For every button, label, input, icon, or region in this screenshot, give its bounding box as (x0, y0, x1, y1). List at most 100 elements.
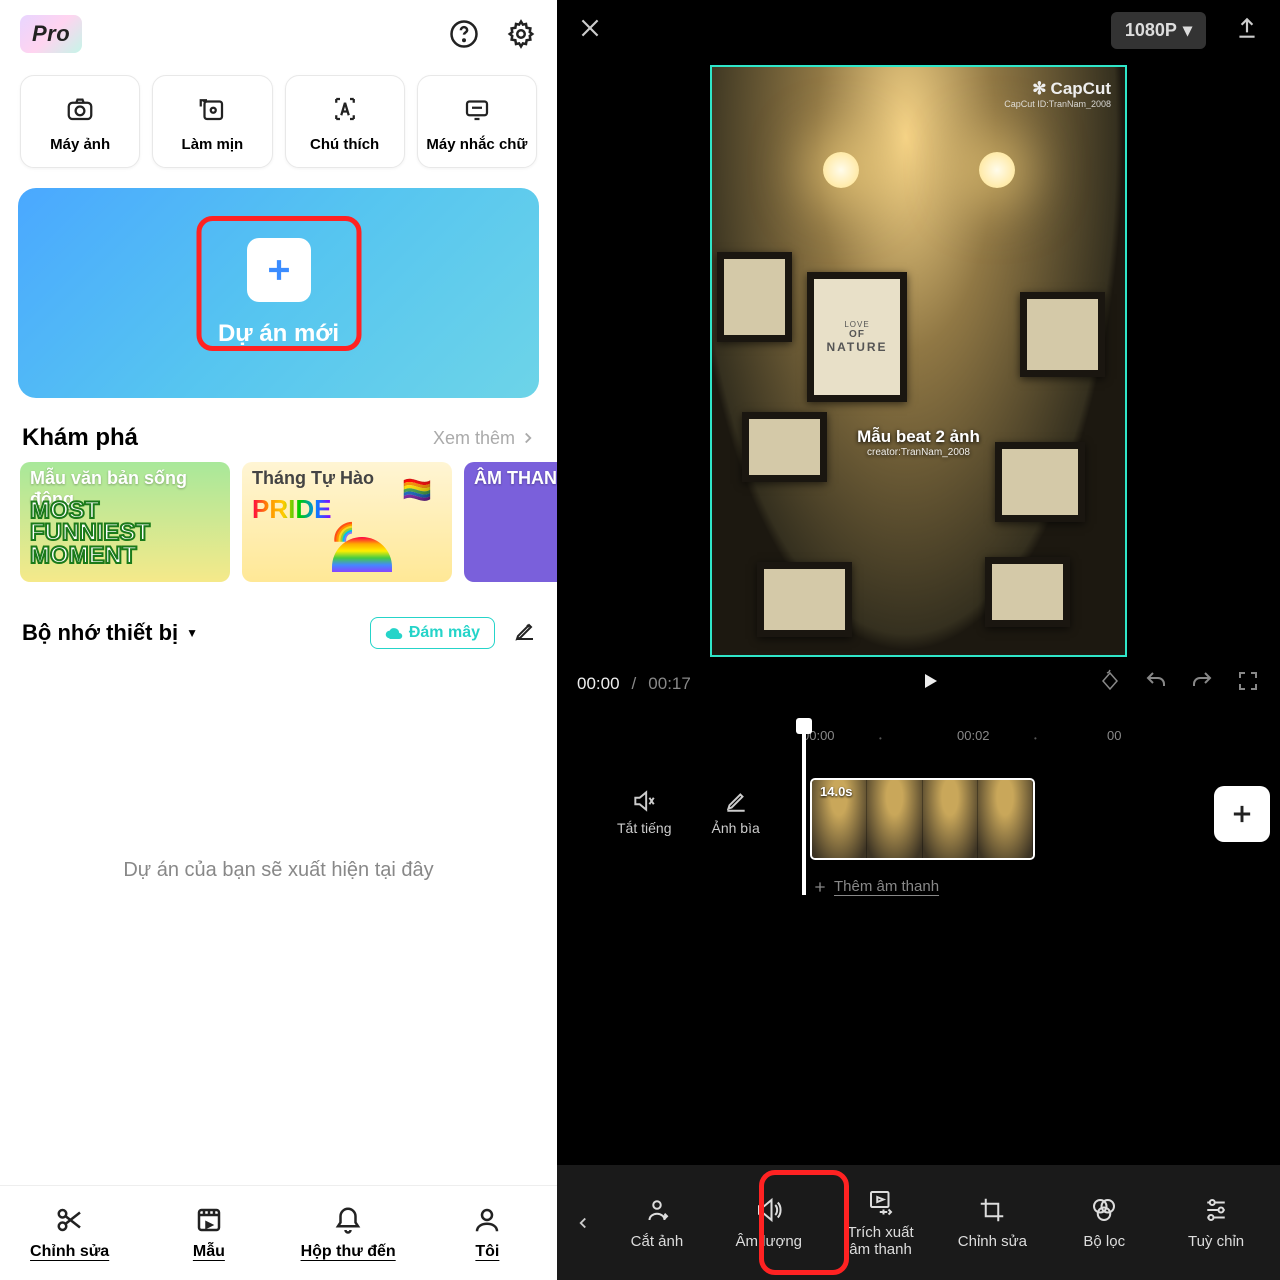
nav-edit[interactable]: Chỉnh sửa (0, 1186, 139, 1280)
export-button[interactable] (1234, 15, 1260, 46)
storage-row: Bộ nhớ thiết bị ▼ Đám mây (0, 582, 557, 659)
cloud-label: Đám mây (409, 624, 480, 642)
filter-icon (1089, 1195, 1119, 1225)
storage-title[interactable]: Bộ nhớ thiết bị (22, 620, 178, 646)
pro-badge[interactable]: Pro (20, 15, 82, 53)
home-header: Pro (0, 0, 557, 63)
add-audio-label: Thêm âm thanh (834, 878, 939, 895)
nav-profile[interactable]: Tôi (418, 1186, 557, 1280)
explore-card-2-inner: PRIDE (252, 494, 331, 525)
nav-edit-label: Chỉnh sửa (30, 1243, 109, 1261)
tool-extract-audio[interactable]: Trích xuấtâm thanh (825, 1187, 937, 1258)
explore-card-1-inner: MOSTFUNNIESTMOMENT (30, 500, 150, 568)
caption-card[interactable]: Chú thích (285, 75, 405, 168)
highlight-box-new-project (196, 216, 361, 351)
explore-card-3[interactable]: ÂM THANH (464, 462, 557, 582)
timeline-ruler[interactable]: 00:00 • 00:02 • 00 (557, 710, 1280, 748)
play-button[interactable] (918, 669, 942, 698)
add-audio-button[interactable]: Thêm âm thanh (812, 878, 939, 895)
smooth-card[interactable]: Làm mịn (152, 75, 272, 168)
edit-pen-icon[interactable] (513, 619, 537, 648)
extract-audio-icon (866, 1187, 896, 1217)
tool-edit[interactable]: Chỉnh sửa (936, 1195, 1048, 1250)
caption-label: Chú thích (310, 136, 379, 153)
cloud-button[interactable]: Đám mây (370, 617, 495, 649)
explore-card-3-title: ÂM THANH (474, 468, 557, 489)
mute-label: Tắt tiếng (617, 820, 671, 836)
explore-card-1[interactable]: Mẫu văn bản sống động MOSTFUNNIESTMOMENT (20, 462, 230, 582)
nav-template[interactable]: Mẫu (139, 1186, 278, 1280)
timeline-area[interactable]: Tắt tiếng Ảnh bìa 14.0s Thêm âm thanh (557, 748, 1280, 918)
nav-profile-label: Tôi (475, 1243, 499, 1261)
camera-card[interactable]: Máy ảnh (20, 75, 140, 168)
clip-duration: 14.0s (820, 784, 853, 799)
quick-actions-row: Máy ảnh Làm mịn Chú thích Máy nhắc chữ (0, 63, 557, 180)
template-icon (194, 1205, 224, 1235)
bottom-toolbar: Cắt ảnh Âm lượng Trích xuấtâm thanh Chỉn… (557, 1165, 1280, 1280)
camera-label: Máy ảnh (50, 136, 110, 153)
scissors-icon (55, 1205, 85, 1235)
tool-volume[interactable]: Âm lượng (713, 1195, 825, 1250)
crop-person-icon (642, 1195, 672, 1225)
caret-down-icon: ▾ (1183, 20, 1192, 41)
pen-icon (723, 788, 749, 814)
nav-inbox[interactable]: Hộp thư đến (279, 1186, 418, 1280)
explore-card-2[interactable]: Tháng Tự Hào PRIDE 🏳️‍🌈 🌈 (242, 462, 452, 582)
tool-volume-label: Âm lượng (735, 1233, 802, 1250)
help-icon[interactable] (448, 18, 480, 50)
time-separator: / (632, 674, 637, 694)
tool-adjust[interactable]: Tuỳ chỉn (1160, 1195, 1272, 1250)
tool-adjust-label: Tuỳ chỉn (1188, 1233, 1244, 1250)
home-panel: Pro Máy ảnh Làm mịn Chú thích Máy nhắc c… (0, 0, 557, 1280)
pride-decoration: 🏳️‍🌈 🌈 (322, 472, 442, 572)
keyframe-icon[interactable] (1098, 669, 1122, 698)
time-duration: 00:17 (648, 674, 691, 694)
adjust-icon (1201, 1195, 1231, 1225)
speaker-icon (631, 788, 657, 814)
see-more-link[interactable]: Xem thêm (433, 428, 537, 449)
new-project-button[interactable]: Dự án mới (18, 188, 539, 398)
empty-projects-message: Dự án của bạn sẽ xuất hiện tại đây (0, 659, 557, 882)
capcut-watermark: ✻CapCut CapCut ID:TranNam_2008 (1004, 79, 1111, 109)
fullscreen-icon[interactable] (1236, 669, 1260, 698)
resolution-button[interactable]: 1080P ▾ (1111, 12, 1206, 49)
tool-crop-label: Cắt ảnh (631, 1233, 684, 1250)
editor-header: 1080P ▾ (557, 0, 1280, 60)
tool-filter[interactable]: Bộ lọc (1048, 1195, 1160, 1250)
tool-filter-label: Bộ lọc (1083, 1233, 1125, 1250)
mute-button[interactable]: Tắt tiếng (617, 788, 671, 836)
undo-icon[interactable] (1144, 669, 1168, 698)
caret-down-icon[interactable]: ▼ (186, 626, 198, 640)
chevron-right-icon (519, 429, 537, 447)
volume-icon (754, 1195, 784, 1225)
plus-icon (1228, 800, 1256, 828)
person-icon (472, 1205, 502, 1235)
see-more-label: Xem thêm (433, 428, 515, 449)
video-preview[interactable]: LOVE OF NATURE Mẫu beat 2 ảnh creator:Tr… (710, 65, 1127, 657)
teleprompter-card[interactable]: Máy nhắc chữ (417, 75, 537, 168)
redo-icon[interactable] (1190, 669, 1214, 698)
ruler-tick: 00:02 (957, 728, 990, 743)
crop-icon (977, 1195, 1007, 1225)
toolbar-back[interactable] (565, 1214, 601, 1232)
timeline-playhead[interactable] (802, 720, 806, 895)
tool-extract-label: Trích xuấtâm thanh (848, 1225, 914, 1258)
plus-icon (812, 879, 828, 895)
explore-header: Khám phá Xem thêm (0, 406, 557, 462)
play-bar: 00:00 / 00:17 (557, 657, 1280, 710)
tool-edit-label: Chỉnh sửa (958, 1233, 1027, 1250)
cloud-icon (385, 624, 403, 642)
cover-button[interactable]: Ảnh bìa (711, 788, 759, 836)
teleprompter-label: Máy nhắc chữ (426, 136, 527, 153)
bell-icon (333, 1205, 363, 1235)
cover-label: Ảnh bìa (711, 820, 759, 836)
tool-crop[interactable]: Cắt ảnh (601, 1195, 713, 1250)
editor-panel: 1080P ▾ LOVE OF NATURE Mẫu beat 2 ảnh cr… (557, 0, 1280, 1280)
close-button[interactable] (577, 15, 603, 46)
smooth-label: Làm mịn (182, 136, 244, 153)
chevron-left-icon (574, 1214, 592, 1232)
add-clip-button[interactable] (1214, 786, 1270, 842)
settings-icon[interactable] (505, 18, 537, 50)
timeline-clip[interactable]: 14.0s (810, 778, 1035, 860)
ruler-tick: 00 (1107, 728, 1121, 743)
